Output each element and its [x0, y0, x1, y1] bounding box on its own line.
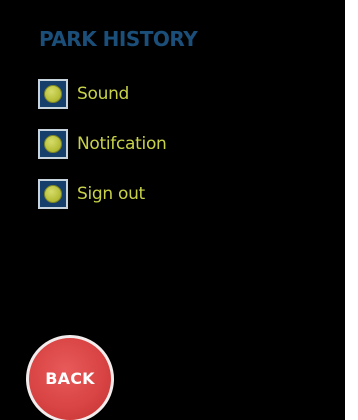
- radio-dot-icon: [44, 85, 62, 103]
- option-sound[interactable]: Sound: [38, 77, 129, 111]
- option-label: Notifcation: [77, 134, 167, 154]
- option-sign-out[interactable]: Sign out: [38, 177, 145, 211]
- page-title: PARK HISTORY: [39, 27, 198, 51]
- back-button-label: BACK: [45, 368, 95, 388]
- option-notification[interactable]: Notifcation: [38, 127, 167, 161]
- radio-dot-icon: [44, 185, 62, 203]
- option-label: Sound: [77, 84, 130, 104]
- option-label: Sign out: [77, 184, 145, 204]
- sound-checkbox[interactable]: [38, 79, 68, 109]
- notification-checkbox[interactable]: [38, 129, 68, 159]
- settings-screen: PARK HISTORY Sound Notifcation Sign out …: [0, 0, 345, 420]
- back-button[interactable]: BACK: [26, 335, 114, 420]
- sign-out-checkbox[interactable]: [38, 179, 68, 209]
- radio-dot-icon: [44, 135, 62, 153]
